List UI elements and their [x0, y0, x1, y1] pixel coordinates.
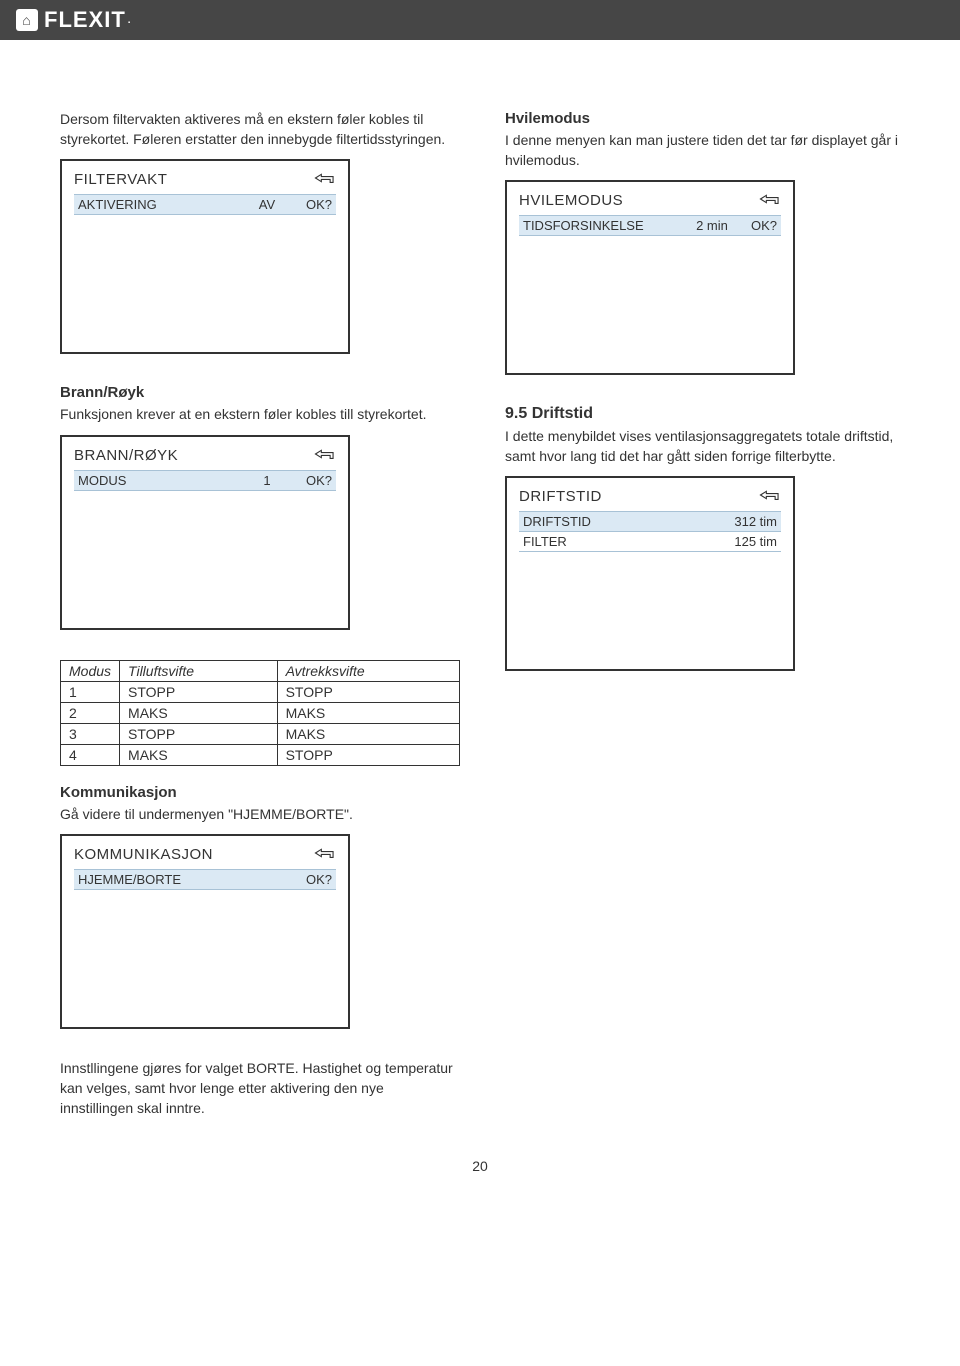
- row-action[interactable]: OK?: [292, 197, 332, 212]
- heading-driftstid: 9.5 Driftstid: [505, 405, 900, 423]
- back-arrow-icon[interactable]: [759, 192, 781, 209]
- text-brann: Funksjonen krever at en ekstern føler ko…: [60, 405, 455, 425]
- row-label: AKTIVERING: [78, 197, 242, 212]
- row-label: HJEMME/BORTE: [78, 872, 292, 887]
- back-arrow-icon[interactable]: [314, 846, 336, 863]
- panel-row-driftstid: DRIFTSTID 312 tim: [519, 511, 781, 532]
- panel-brann: BRANN/RØYK MODUS 1 OK?: [60, 435, 350, 630]
- back-arrow-icon[interactable]: [759, 488, 781, 505]
- text-komm: Gå videre til undermenyen "HJEMME/BORTE"…: [60, 805, 455, 825]
- back-arrow-icon[interactable]: [314, 171, 336, 188]
- intro-text-left: Dersom filtervakten aktiveres må en ekst…: [60, 110, 455, 149]
- row-label: FILTER: [523, 534, 697, 549]
- row-label: TIDSFORSINKELSE: [523, 218, 687, 233]
- panel-hvile: HVILEMODUS TIDSFORSINKELSE 2 min OK?: [505, 180, 795, 375]
- text-driftstid: I dette menybildet vises ventilasjonsagg…: [505, 427, 900, 466]
- panel-komm: KOMMUNIKASJON HJEMME/BORTE OK?: [60, 834, 350, 1029]
- row-value: 2 min: [687, 218, 737, 233]
- back-arrow-icon[interactable]: [314, 447, 336, 464]
- row-action[interactable]: OK?: [737, 218, 777, 233]
- row-label: DRIFTSTID: [523, 514, 697, 529]
- table-row: 1 STOPP STOPP: [61, 681, 460, 702]
- panel-row-aktivering[interactable]: AKTIVERING AV OK?: [74, 194, 336, 215]
- row-value: AV: [242, 197, 292, 212]
- page-number: 20: [60, 1158, 900, 1174]
- text-komm-footer: Innstllingene gjøres for valget BORTE. H…: [60, 1059, 455, 1118]
- brand-name: FLEXIT: [44, 7, 126, 33]
- right-column: Hvilemodus I denne menyen kan man juster…: [505, 110, 900, 1128]
- heading-hvile: Hvilemodus: [505, 110, 900, 127]
- panel-row-hjemme[interactable]: HJEMME/BORTE OK?: [74, 869, 336, 890]
- row-action[interactable]: OK?: [292, 473, 332, 488]
- th-tilluft: Tilluftsvifte: [120, 660, 278, 681]
- brand-header: ⌂ FLEXIT.: [0, 0, 960, 40]
- row-value: 1: [242, 473, 292, 488]
- th-avtrekk: Avtrekksvifte: [277, 660, 459, 681]
- row-value: 125 tim: [697, 534, 777, 549]
- table-row: 3 STOPP MAKS: [61, 723, 460, 744]
- row-label: MODUS: [78, 473, 242, 488]
- th-modus: Modus: [61, 660, 120, 681]
- panel-title: DRIFTSTID: [519, 488, 602, 505]
- modus-table: Modus Tilluftsvifte Avtrekksvifte 1 STOP…: [60, 660, 460, 766]
- left-column: Dersom filtervakten aktiveres må en ekst…: [60, 110, 455, 1128]
- panel-title: KOMMUNIKASJON: [74, 846, 213, 863]
- panel-title: FILTERVAKT: [74, 171, 167, 188]
- heading-brann: Brann/Røyk: [60, 384, 455, 401]
- panel-row-tidsfor[interactable]: TIDSFORSINKELSE 2 min OK?: [519, 215, 781, 236]
- row-value: 312 tim: [697, 514, 777, 529]
- text-hvile: I denne menyen kan man justere tiden det…: [505, 131, 900, 170]
- panel-filtervakt: FILTERVAKT AKTIVERING AV OK?: [60, 159, 350, 354]
- panel-title: HVILEMODUS: [519, 192, 623, 209]
- table-header-row: Modus Tilluftsvifte Avtrekksvifte: [61, 660, 460, 681]
- row-action[interactable]: OK?: [292, 872, 332, 887]
- panel-drift: DRIFTSTID DRIFTSTID 312 tim FILTER 125 t…: [505, 476, 795, 671]
- panel-row-filter: FILTER 125 tim: [519, 532, 781, 552]
- table-row: 2 MAKS MAKS: [61, 702, 460, 723]
- brand-icon: ⌂: [16, 9, 38, 31]
- panel-row-modus[interactable]: MODUS 1 OK?: [74, 470, 336, 491]
- table-row: 4 MAKS STOPP: [61, 744, 460, 765]
- heading-komm: Kommunikasjon: [60, 784, 455, 801]
- panel-title: BRANN/RØYK: [74, 447, 178, 464]
